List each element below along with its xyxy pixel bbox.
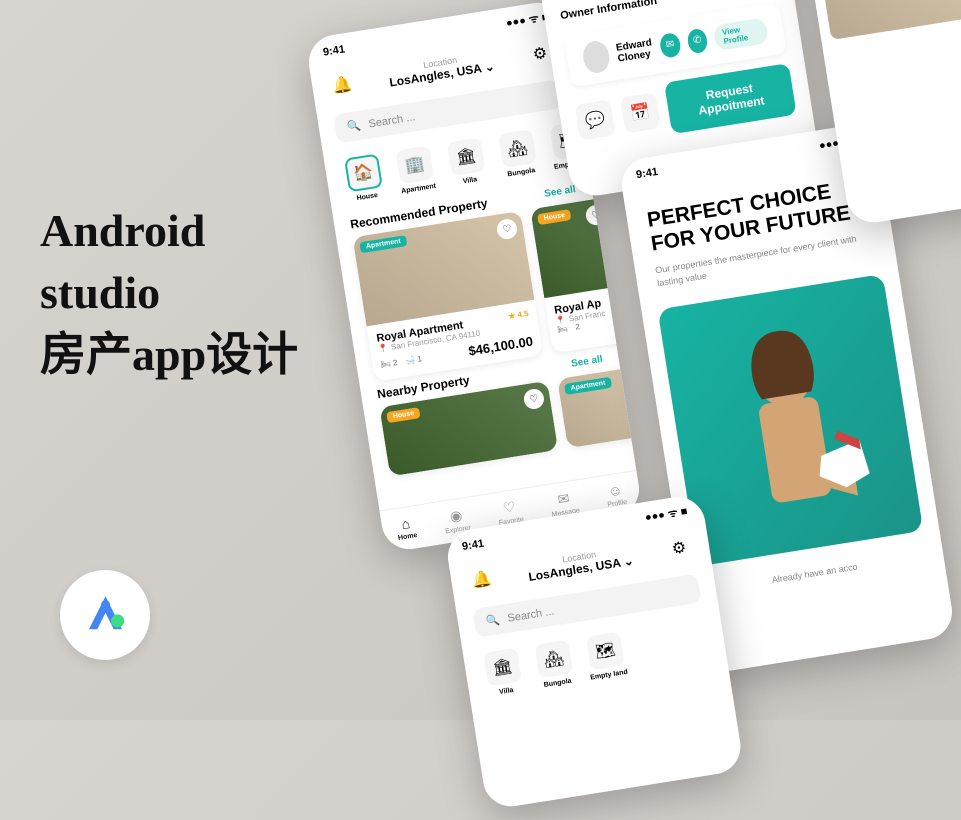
property-card-main[interactable]: Apartment ♡ Royal Apartment★ 4.5 📍 San F… [352,211,543,382]
nearby-card-2[interactable]: Apartment [557,367,643,449]
property-card-side[interactable]: House♡ Royal Ap 📍 San Franc 🛏 2 [530,197,632,354]
nav-home[interactable]: ⌂Home [395,514,418,543]
title-line-2: studio [40,262,298,324]
bell-icon[interactable]: 🔔 [326,69,358,101]
favorite-button[interactable]: ♡ [496,218,519,241]
calendar-icon[interactable]: 📅 [620,92,661,133]
see-all-link[interactable]: See all [543,183,576,199]
home-screen-mockup-2: 9:41●●● ᯤ ■ 🔔 LocationLosAngles, USA ⌄ ⚙… [444,493,745,810]
category-villa[interactable]: 🏛Villa [443,137,492,188]
owner-avatar [581,39,612,75]
badge-apartment: Apartment [359,235,407,253]
android-studio-logo [60,570,150,660]
bell-icon[interactable]: 🔔 [465,563,497,595]
filter-icon[interactable]: ⚙ [663,532,695,564]
message-owner-button[interactable]: ✉ [659,32,682,59]
view-profile-button[interactable]: View Profile [713,17,769,51]
see-all-link[interactable]: See all [570,353,603,369]
status-time: 9:41 [322,43,346,58]
category-bungola[interactable]: 🏘Bungola [494,128,543,179]
search-icon: 🔍 [346,119,362,134]
card-stats: 🛏 2🛁 1 [380,354,422,369]
chat-icon[interactable]: 💬 [574,99,615,140]
owner-name: Edward Cloney [615,37,654,64]
title-line-3: 房产app设计 [40,324,298,386]
phone-mockups: 9:41 ●●● ᯤ ■ 🔔 Location LosAngles, USA ⌄… [302,0,961,810]
request-appointment-button[interactable]: Request Appoitment [664,63,797,134]
title-line-1: Android [40,200,298,262]
call-owner-button[interactable]: ✆ [686,27,709,54]
category-apartment[interactable]: 🏢Apartment [391,145,440,196]
search-icon: 🔍 [485,613,501,628]
promo-title: Android studio 房产app设计 [40,200,298,386]
category-house[interactable]: 🏠House [340,153,389,204]
